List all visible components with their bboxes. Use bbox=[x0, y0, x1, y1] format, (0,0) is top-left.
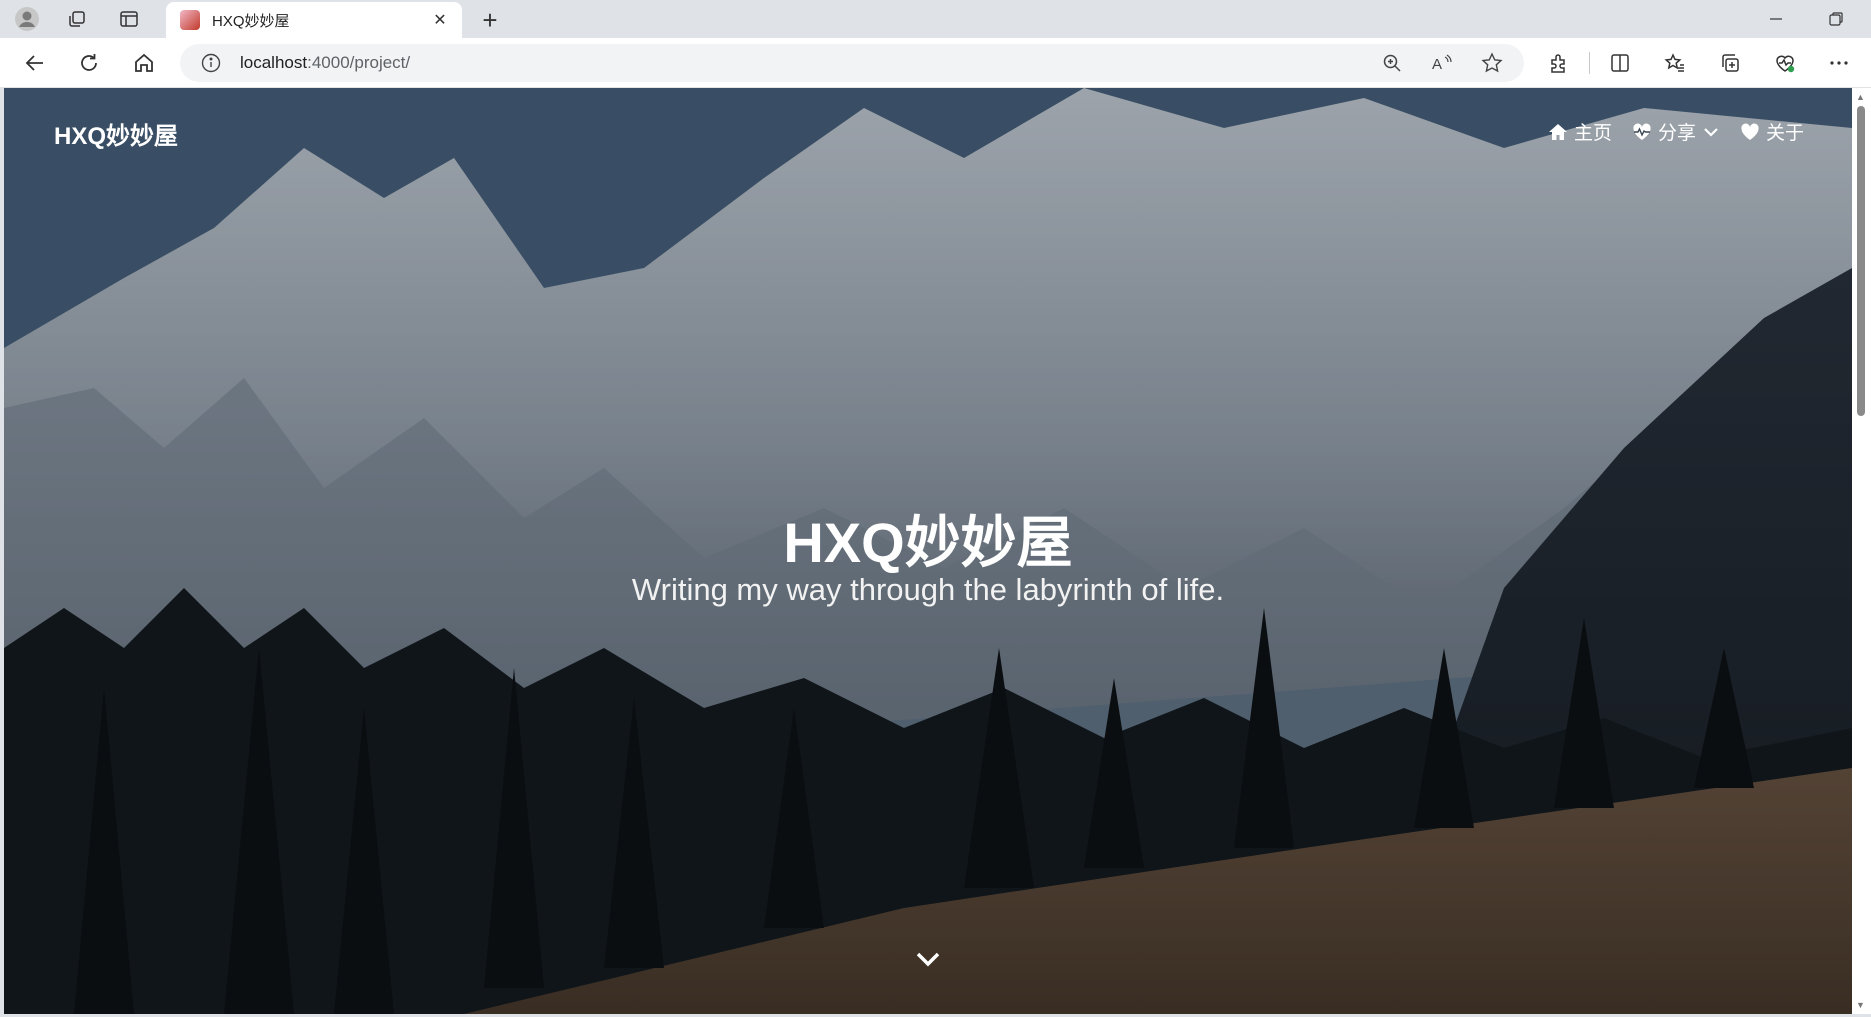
page-scrollbar[interactable]: ▲ ▼ bbox=[1852, 88, 1871, 1014]
favorite-star-icon[interactable] bbox=[1480, 51, 1504, 75]
scroll-up-arrow-icon[interactable]: ▲ bbox=[1856, 92, 1866, 102]
collections-button-icon[interactable] bbox=[1713, 47, 1747, 79]
scrollbar-thumb[interactable] bbox=[1857, 106, 1865, 416]
profile-icon[interactable] bbox=[10, 4, 44, 34]
toolbar-divider bbox=[1589, 52, 1590, 74]
new-tab-button[interactable]: + bbox=[476, 5, 504, 35]
tab-title: HXQ妙妙屋 bbox=[212, 12, 290, 30]
nav-item-about[interactable]: 关于 bbox=[1740, 118, 1804, 145]
collections-icon[interactable] bbox=[60, 4, 94, 34]
hero-subtitle: Writing my way through the labyrinth of … bbox=[631, 572, 1225, 607]
scroll-down-chevron-icon[interactable] bbox=[914, 950, 942, 970]
back-icon[interactable] bbox=[18, 47, 52, 79]
page-viewport: HXQ妙妙屋 主页 分享 关于 HXQ妙妙屋 Writing my way th… bbox=[4, 88, 1852, 1014]
split-screen-icon[interactable] bbox=[1603, 47, 1637, 79]
favorites-icon[interactable] bbox=[1658, 47, 1692, 79]
heartbeat-icon bbox=[1633, 123, 1651, 140]
scroll-down-arrow-icon[interactable]: ▼ bbox=[1856, 1000, 1866, 1010]
zoom-icon[interactable] bbox=[1380, 51, 1404, 75]
browser-window: HXQ妙妙屋 ✕ + localhost:4000/project/ A HXQ… bbox=[0, 0, 1871, 1017]
nav-item-home[interactable]: 主页 bbox=[1548, 118, 1612, 145]
site-nav: 主页 分享 关于 bbox=[1548, 118, 1804, 145]
read-aloud-icon[interactable]: A bbox=[1430, 51, 1454, 75]
nav-item-label: 分享 bbox=[1657, 123, 1696, 144]
browser-toolbar: localhost:4000/project/ A bbox=[0, 38, 1871, 88]
site-favicon-icon bbox=[180, 10, 200, 30]
heart-icon bbox=[1741, 123, 1759, 140]
nav-item-label: 关于 bbox=[1765, 123, 1804, 144]
site-navbar: HXQ妙妙屋 主页 分享 关于 bbox=[4, 88, 1852, 168]
site-brand[interactable]: HXQ妙妙屋 bbox=[54, 116, 178, 151]
more-options-icon[interactable] bbox=[1822, 47, 1856, 79]
home-button-icon[interactable] bbox=[127, 47, 161, 79]
hero-title: HXQ妙妙屋 bbox=[783, 511, 1073, 574]
restore-button[interactable] bbox=[1810, 4, 1862, 34]
address-bar[interactable]: localhost:4000/project/ bbox=[180, 44, 1524, 82]
nav-item-label: 主页 bbox=[1573, 123, 1612, 144]
tab-strip: HXQ妙妙屋 ✕ + bbox=[0, 0, 1871, 38]
home-icon bbox=[1548, 123, 1567, 140]
nav-item-share[interactable]: 分享 bbox=[1632, 118, 1720, 145]
url-text[interactable]: localhost:4000/project/ bbox=[240, 53, 410, 73]
minimize-button[interactable] bbox=[1750, 4, 1802, 34]
refresh-icon[interactable] bbox=[72, 47, 106, 79]
vertical-tabs-icon[interactable] bbox=[112, 4, 146, 34]
browser-essentials-icon[interactable] bbox=[1768, 47, 1802, 79]
tab-active[interactable]: HXQ妙妙屋 ✕ bbox=[166, 2, 462, 38]
svg-text:A: A bbox=[1432, 56, 1442, 73]
chevron-down-icon bbox=[1704, 127, 1718, 137]
hero-background-image: HXQ妙妙屋 主页 分享 关于 HXQ妙妙屋 Writing my way th… bbox=[4, 88, 1852, 1014]
site-info-icon[interactable] bbox=[200, 52, 222, 74]
tab-close-icon[interactable]: ✕ bbox=[428, 8, 452, 32]
extensions-icon[interactable] bbox=[1542, 47, 1576, 79]
